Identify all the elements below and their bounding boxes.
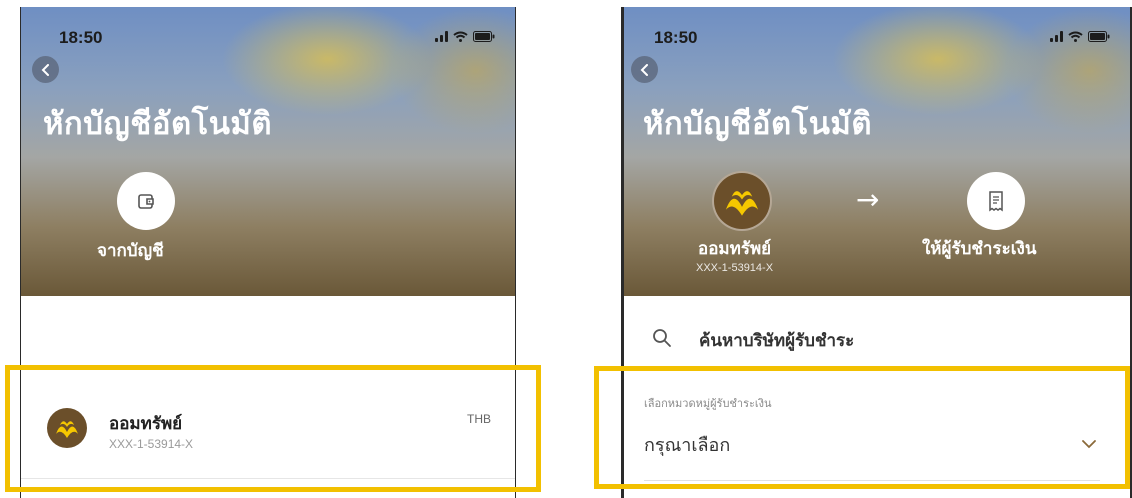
chevron-left-icon (640, 63, 648, 76)
krungsri-bank-logo (47, 408, 87, 448)
back-button[interactable] (631, 56, 658, 83)
from-account-number: XXX-1-53914-X (696, 262, 774, 274)
header-hero: 18:50 หักบัญชีอัตโนมัติ (21, 7, 515, 296)
signal-icon (1050, 31, 1063, 42)
wallet-icon (117, 172, 175, 230)
page-title: หักบัญชีอัตโนมัติ (643, 106, 872, 142)
battery-icon (473, 31, 495, 42)
account-name: ออมทรัพย์ (109, 414, 183, 434)
search-input[interactable]: ค้นหาบริษัทผู้รับชำระ (699, 327, 854, 354)
category-value: กรุณาเลือก (644, 435, 731, 456)
battery-icon (1088, 31, 1110, 42)
krungsri-bank-logo (712, 171, 772, 231)
arrow-right-icon: → (856, 183, 880, 216)
chevron-down-icon (1082, 440, 1096, 449)
from-account-label: จากบัญชี (97, 241, 164, 261)
right-phone-screen: 18:50 หักบัญชีอัตโนมัติ ออมทรัพย์ XXX-1-… (621, 7, 1132, 498)
search-bar[interactable]: ค้นหาบริษัทผู้รับชำระ (624, 308, 1130, 368)
wifi-icon (1068, 31, 1083, 42)
left-phone-screen: 18:50 หักบัญชีอัตโนมัติ จากบัญชี ออมทรัพ… (20, 7, 516, 498)
page-title: หักบัญชีอัตโนมัติ (43, 106, 272, 142)
category-label: เลือกหมวดหมู่ผู้รับชำระเงิน (644, 397, 772, 410)
from-account-name: ออมทรัพย์ (698, 239, 772, 259)
receipt-icon (967, 172, 1025, 230)
signal-icon (435, 31, 448, 42)
search-icon (653, 329, 671, 347)
wifi-icon (453, 31, 468, 42)
category-select[interactable]: เลือกหมวดหมู่ผู้รับชำระเงิน กรุณาเลือก (644, 388, 1100, 481)
chevron-left-icon (41, 63, 49, 76)
back-button[interactable] (32, 56, 59, 83)
to-payee-label: ให้ผู้รับชำระเงิน (922, 239, 1037, 259)
status-icons (435, 31, 495, 42)
account-currency: THB (467, 412, 491, 426)
status-time: 18:50 (59, 28, 103, 47)
payee-panel: ค้นหาบริษัทผู้รับชำระ เลือกหมวดหมู่ผู้รั… (624, 296, 1130, 498)
header-hero: 18:50 หักบัญชีอัตโนมัติ (624, 7, 1130, 296)
account-number: XXX-1-53914-X (109, 437, 194, 451)
status-icons (1050, 31, 1110, 42)
status-time: 18:50 (654, 28, 698, 47)
account-list-item[interactable]: ออมทรัพย์ XXX-1-53914-X THB (21, 380, 515, 479)
account-panel: ออมทรัพย์ XXX-1-53914-X THB (21, 296, 515, 498)
